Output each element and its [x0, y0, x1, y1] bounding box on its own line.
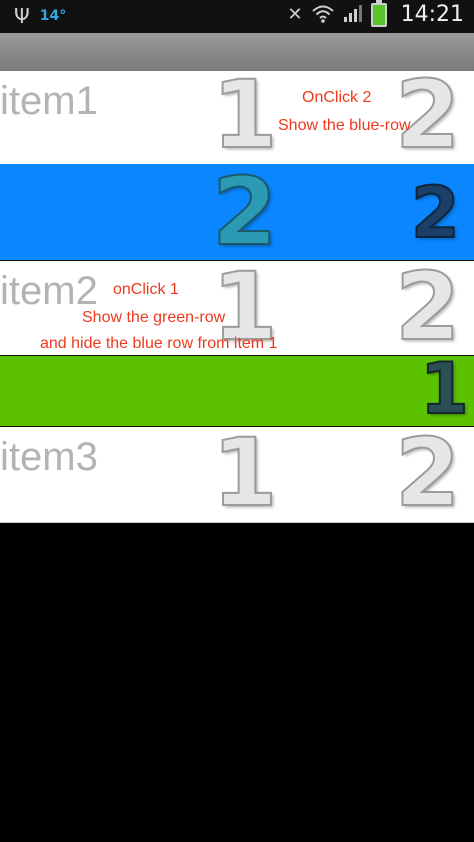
digit-two-button[interactable]: 2 — [394, 68, 461, 164]
clock: 14:21 — [400, 2, 464, 27]
digit-one-image: 1 — [419, 348, 470, 430]
blue-row: 2 2 — [0, 158, 474, 267]
digit-two-button[interactable]: 2 — [394, 260, 461, 356]
battery-charging-icon — [370, 0, 387, 27]
annotation-text: and hide the blue row from item 1 — [40, 335, 278, 352]
item-label: item2 — [0, 269, 98, 313]
wifi-icon — [311, 3, 335, 27]
item-label: item1 — [0, 79, 98, 123]
usb-icon: Ψ — [14, 4, 30, 28]
digit-one-button[interactable]: 1 — [211, 68, 278, 164]
digit-one-button[interactable]: 1 — [211, 426, 278, 522]
list-item-item2[interactable]: item2 1 2 onClick 1 Show the green-row a… — [0, 260, 474, 357]
digit-two-image: 2 — [410, 172, 461, 254]
annotation-text: Show the blue-row — [278, 117, 411, 134]
green-row: 1 — [0, 348, 474, 430]
annotation-text: onClick 1 — [113, 281, 179, 298]
status-bar: Ψ 14° ✕ 14:21 — [0, 0, 474, 33]
digit-two-button[interactable]: 2 — [394, 426, 461, 522]
temperature-text: 14° — [39, 8, 67, 24]
item-label: item3 — [0, 435, 98, 479]
list-item-item1[interactable]: item1 1 2 OnClick 2 Show the blue-row — [0, 68, 474, 165]
list-item-item3[interactable]: item3 1 2 — [0, 426, 474, 523]
annotation-text: Show the green-row — [82, 309, 226, 326]
mute-icon: ✕ — [287, 4, 303, 25]
annotation-text: OnClick 2 — [302, 89, 372, 106]
digit-two-image: 2 — [211, 158, 278, 267]
signal-icon — [343, 3, 363, 27]
